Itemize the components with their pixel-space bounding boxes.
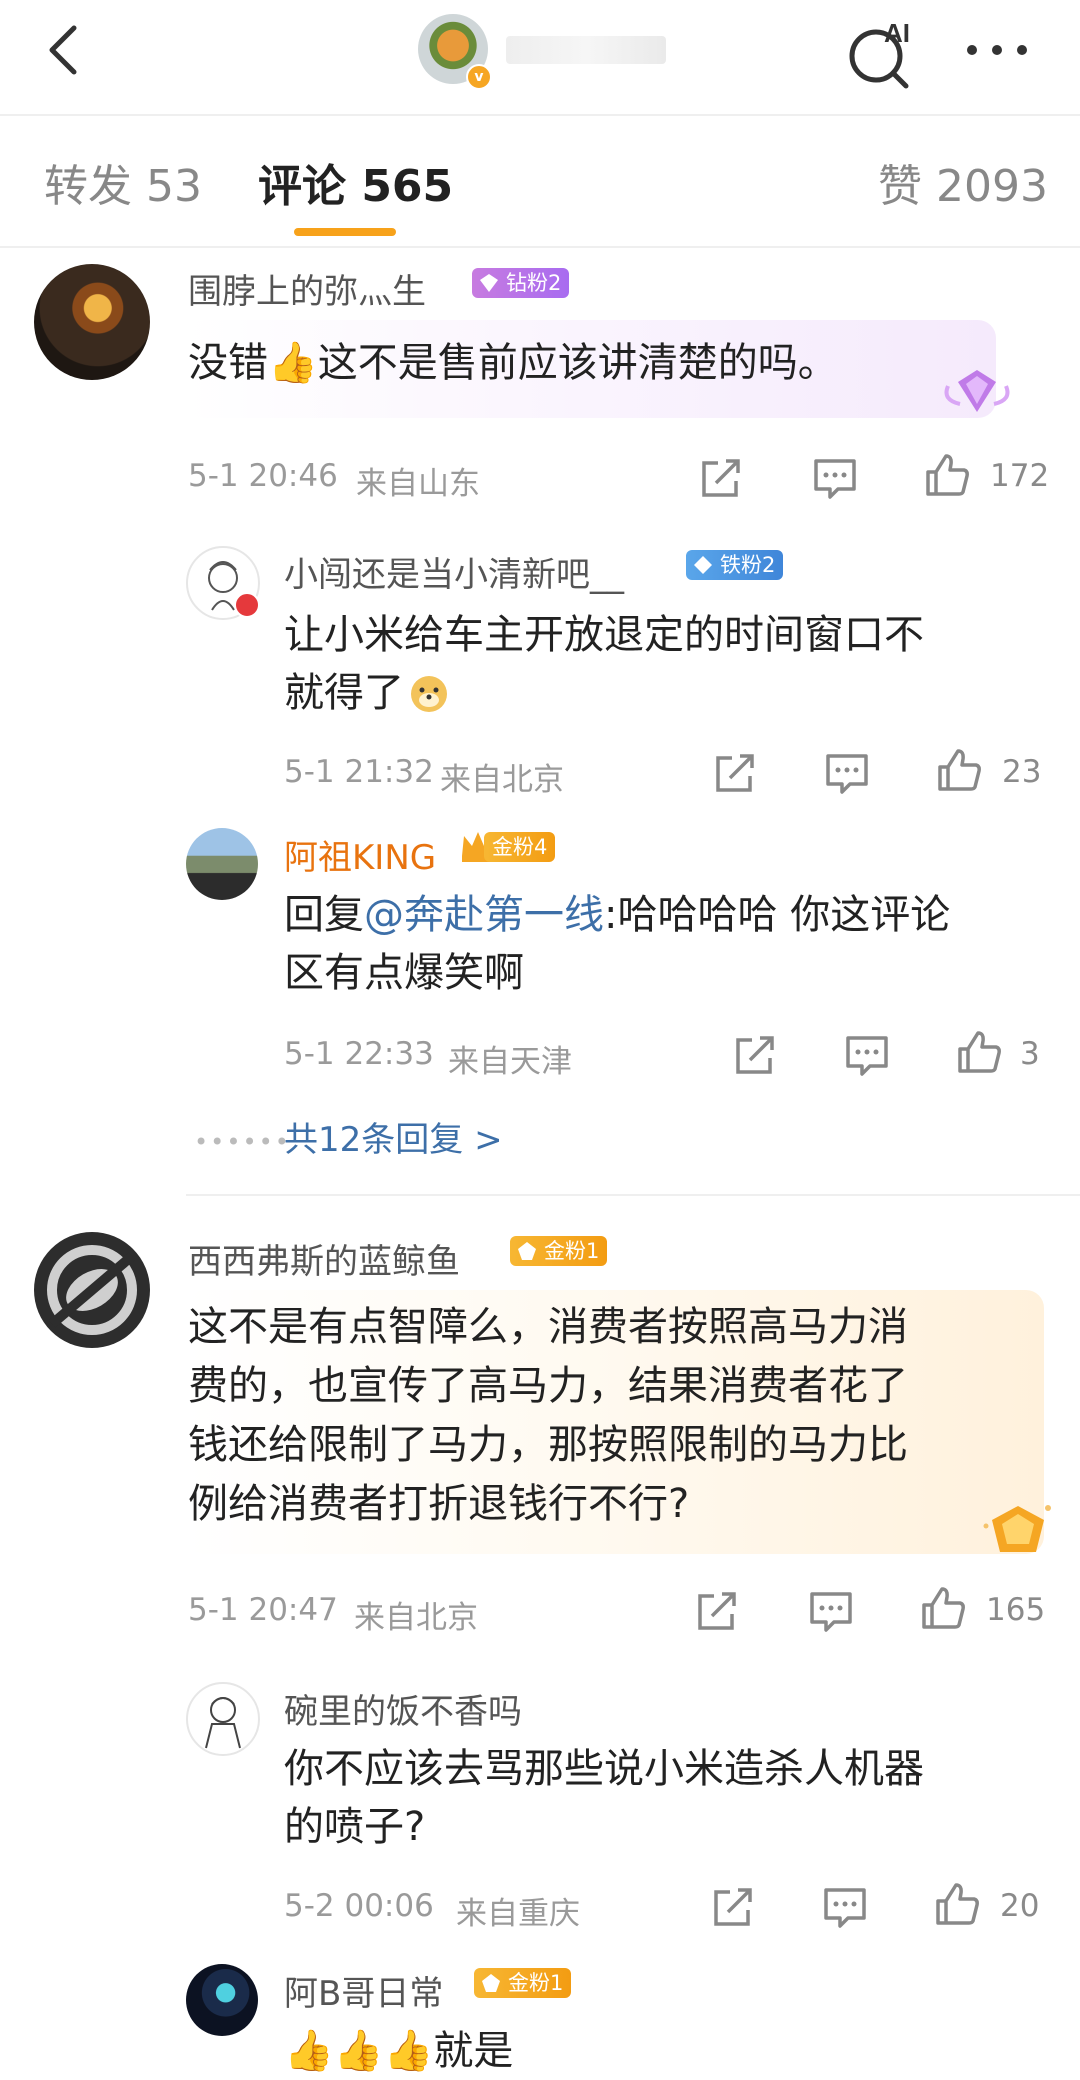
reply-text: 你不应该去骂那些说小米造杀人机器	[284, 1746, 924, 1792]
fan-badge[interactable]: 金粉1	[474, 1968, 572, 1998]
sketch-avatar-icon	[205, 1697, 241, 1749]
reply-time: 5-1 21:32	[284, 754, 434, 790]
comment-icon[interactable]	[844, 1032, 890, 1078]
share-icon[interactable]	[694, 1588, 740, 1634]
tab-likes[interactable]: 赞 2093	[878, 150, 1048, 214]
gold-fan-decoration-icon	[983, 1505, 1051, 1552]
comment-icon[interactable]	[822, 1884, 868, 1930]
reply-location: 来自重庆	[456, 1896, 580, 1932]
username[interactable]: 小闯还是当小清新吧__	[284, 547, 624, 596]
reply-time: 5-2 00:06	[284, 1888, 434, 1924]
fan-badge[interactable]: 铁粉2	[686, 550, 784, 580]
reply-time: 5-1 22:33	[284, 1036, 434, 1072]
like-thumb-icon[interactable]	[920, 1585, 966, 1631]
like-thumb-icon[interactable]	[956, 1029, 1002, 1075]
doge-emoji-icon	[411, 676, 447, 712]
comment-icon[interactable]	[824, 750, 870, 796]
reply-location: 来自北京	[440, 762, 564, 798]
avatar[interactable]	[186, 828, 258, 900]
share-icon[interactable]	[698, 455, 744, 501]
header-divider	[0, 114, 1080, 116]
diamond-icon	[694, 556, 712, 574]
diamond-icon	[480, 274, 498, 292]
user-level-badge-icon	[234, 592, 260, 618]
like-count: 165	[986, 1592, 1046, 1628]
reply-text: 让小米给车主开放退定的时间窗口不	[284, 612, 924, 658]
like-count: 3	[1020, 1036, 1040, 1072]
avatar[interactable]	[186, 1964, 258, 2036]
more-options-icon[interactable]	[962, 30, 1032, 70]
comment-divider	[186, 1194, 1080, 1196]
comment-text-line3: 钱还给限制了马力，那按照限制的马力比	[188, 1422, 908, 1468]
fan-badge[interactable]: 金粉4	[484, 832, 556, 862]
active-tab-indicator	[294, 228, 396, 236]
avatar[interactable]	[186, 1682, 260, 1756]
share-icon[interactable]	[710, 1884, 756, 1930]
comment-text-line2: 费的，也宣传了高马力，结果消费者花了	[188, 1363, 908, 1409]
share-icon[interactable]	[732, 1032, 778, 1078]
comment-time: 5-1 20:47	[188, 1592, 338, 1628]
gold-gem-icon	[482, 1974, 500, 1992]
ai-search-icon[interactable]: AI	[842, 12, 922, 92]
reply-text-line2: 的喷子?	[284, 1804, 426, 1850]
svg-text:AI: AI	[884, 18, 910, 48]
reply-text-line2: 就得了	[284, 664, 450, 722]
like-count: 20	[1000, 1888, 1040, 1924]
username[interactable]: 西西弗斯的蓝鲸鱼	[188, 1234, 460, 1283]
comment-text: 没错👍这不是售前应该讲清楚的吗。	[188, 340, 838, 386]
comment-icon[interactable]	[812, 455, 858, 501]
username[interactable]: 阿B哥日常	[284, 1966, 443, 2015]
dotted-separator: ••••••	[194, 1128, 291, 1156]
avatar[interactable]	[34, 1232, 150, 1348]
share-icon[interactable]	[712, 750, 758, 796]
reply-text: 回复@奔赴第一线:哈哈哈哈 你这评论	[284, 892, 951, 938]
avatar[interactable]	[34, 264, 150, 380]
comment-location: 来自山东	[356, 466, 480, 502]
comment-time: 5-1 20:46	[188, 458, 338, 494]
like-thumb-icon[interactable]	[936, 747, 982, 793]
like-count: 23	[1002, 754, 1042, 790]
mention-link[interactable]: @奔赴第一线	[364, 892, 604, 938]
comment-text-line1: 这不是有点智障么，消费者按照高马力消	[188, 1304, 908, 1350]
fan-badge[interactable]: 金粉1	[510, 1236, 608, 1266]
username[interactable]: 阿祖KING	[284, 830, 436, 879]
fan-badge[interactable]: 钻粉2	[472, 268, 570, 298]
username[interactable]: 围脖上的弥灬生	[188, 264, 426, 313]
like-thumb-icon[interactable]	[924, 452, 970, 498]
comment-text-line4: 例给消费者打折退钱行不行?	[188, 1481, 690, 1527]
verified-badge-icon: v	[466, 64, 492, 90]
diamond-fan-decoration-icon	[944, 370, 1010, 412]
tab-comments[interactable]: 评论 565	[258, 150, 453, 214]
back-arrow-icon[interactable]	[36, 20, 96, 80]
gold-gem-icon	[518, 1242, 536, 1260]
reply-location: 来自天津	[448, 1044, 572, 1080]
tab-forwards[interactable]: 转发 53	[44, 150, 202, 214]
top-bar: v AI	[0, 0, 1080, 115]
username[interactable]: 碗里的饭不香吗	[284, 1684, 522, 1733]
view-more-replies-link[interactable]: 共12条回复 >	[284, 1112, 503, 1161]
reply-text: 👍👍👍就是	[284, 2028, 514, 2074]
like-count: 172	[990, 458, 1050, 494]
comment-location: 来自北京	[354, 1600, 478, 1636]
reply-text-line2: 区有点爆笑啊	[284, 950, 524, 996]
like-thumb-icon[interactable]	[934, 1881, 980, 1927]
tabs-divider	[0, 246, 1080, 248]
comment-icon[interactable]	[808, 1588, 854, 1634]
abstract-logo-icon	[47, 1245, 137, 1335]
blogger-name-blurred	[506, 36, 666, 64]
